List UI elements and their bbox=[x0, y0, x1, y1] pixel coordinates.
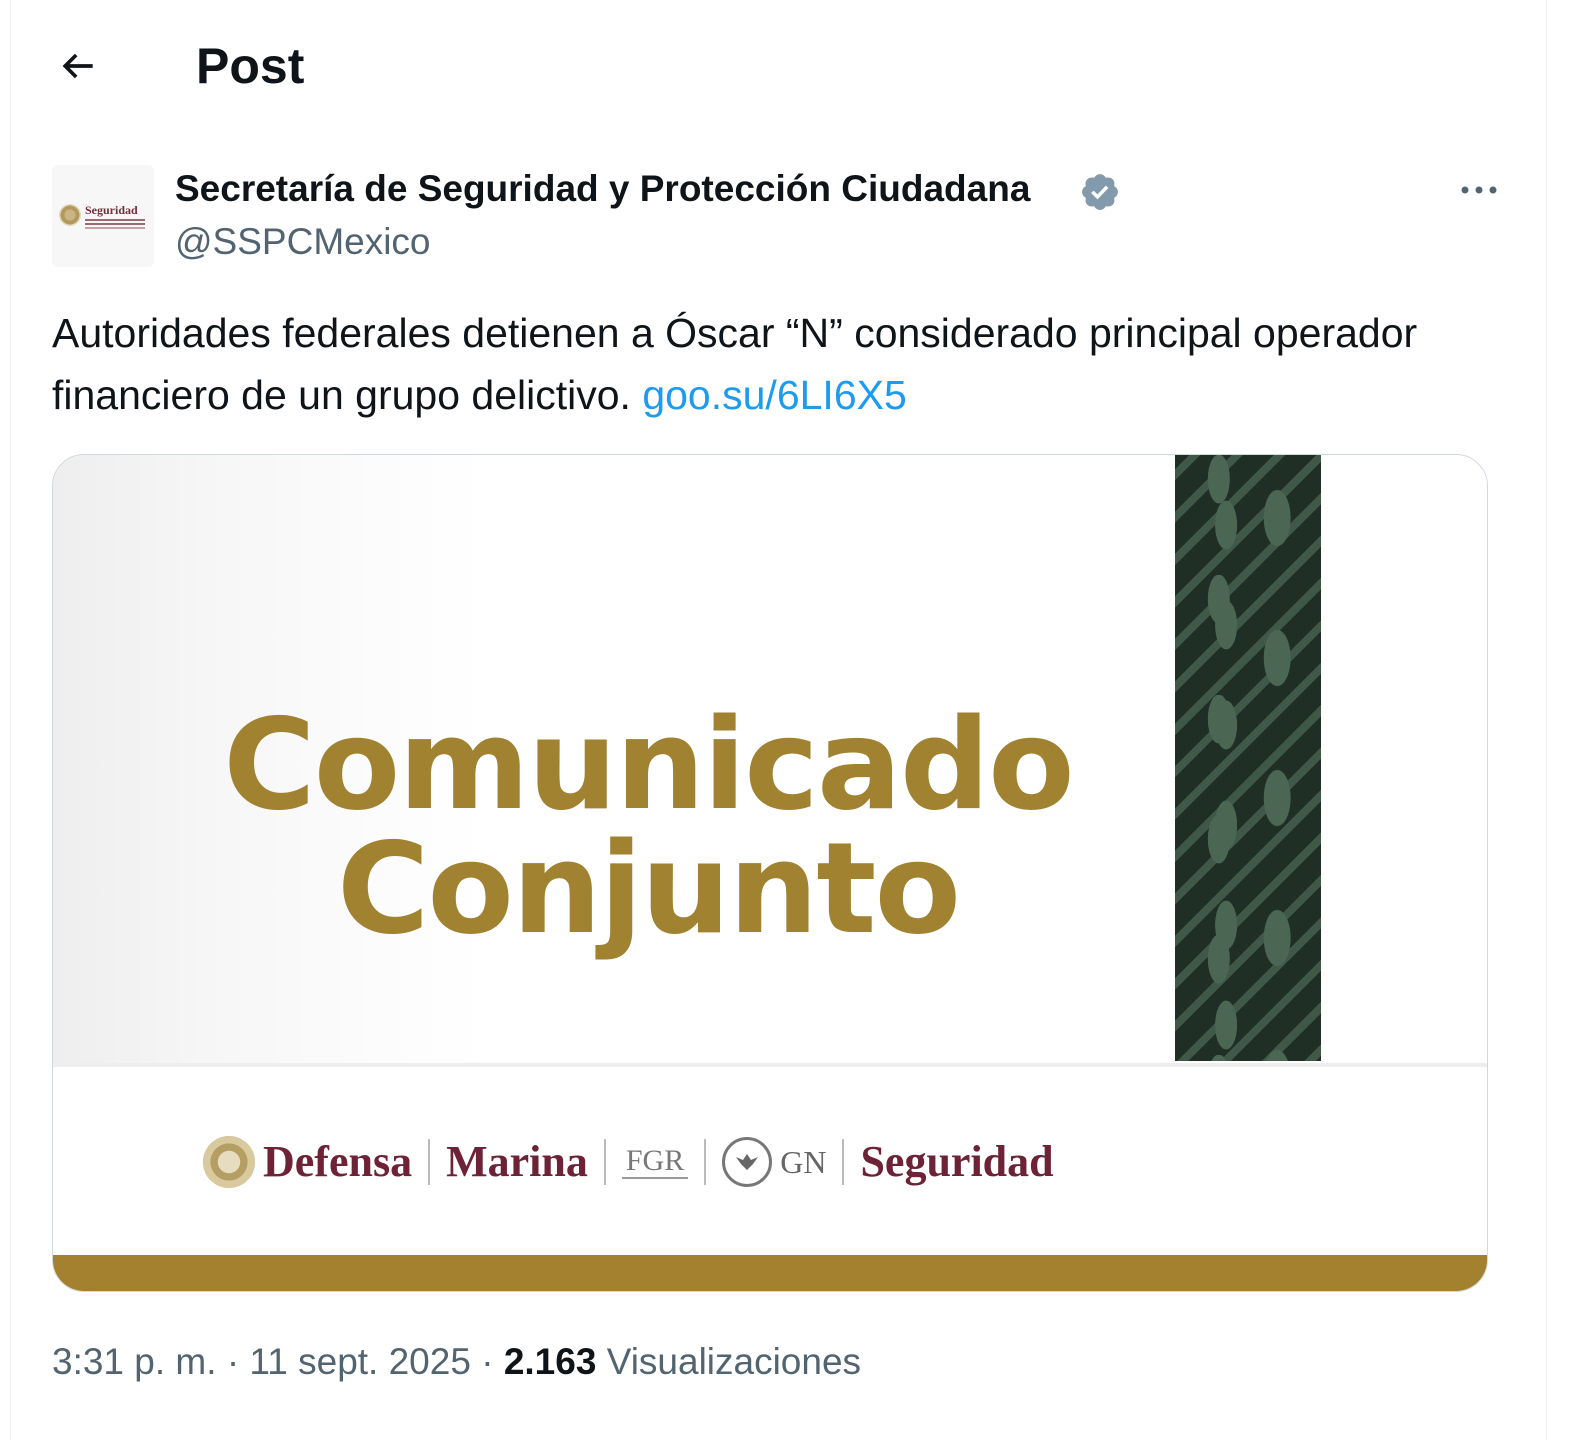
post-text: Autoridades federales detienen a Óscar “… bbox=[52, 302, 1492, 426]
verified-badge-icon bbox=[1082, 174, 1118, 210]
post-date[interactable]: 11 sept. 2025 bbox=[249, 1341, 471, 1382]
more-options-icon bbox=[1461, 186, 1497, 194]
defensa-seal-icon bbox=[203, 1136, 255, 1188]
post-meta: 3:31 p. m. · 11 sept. 2025 · 2.163 Visua… bbox=[52, 1336, 861, 1388]
gn-eagle-icon bbox=[722, 1137, 773, 1187]
page-title: Post bbox=[196, 38, 305, 94]
author-name[interactable]: Secretaría de Seguridad y Protección Ciu… bbox=[175, 167, 1030, 211]
avatar-subtext-lines bbox=[85, 219, 145, 221]
media-gold-bar bbox=[53, 1255, 1487, 1291]
more-options-button[interactable] bbox=[1454, 170, 1504, 210]
views-label: Visualizaciones bbox=[606, 1341, 862, 1382]
author-handle[interactable]: @SSPCMexico bbox=[175, 219, 431, 265]
headline-line-2: Conjunto bbox=[336, 815, 961, 962]
back-arrow-icon bbox=[62, 53, 93, 79]
media-headline: Comunicado Conjunto bbox=[168, 691, 1128, 962]
meta-separator: · bbox=[481, 1341, 494, 1382]
back-button[interactable] bbox=[50, 38, 106, 94]
logo-separator bbox=[603, 1139, 606, 1185]
logo-gn: GN bbox=[780, 1143, 827, 1180]
post-time[interactable]: 3:31 p. m. bbox=[52, 1341, 217, 1382]
logo-seguridad: Seguridad bbox=[860, 1137, 1054, 1186]
headline-line-1: Comunicado bbox=[223, 691, 1074, 838]
media-green-pattern-stripe bbox=[1175, 455, 1321, 1061]
logo-separator bbox=[704, 1139, 707, 1185]
avatar-seal-icon bbox=[59, 204, 81, 226]
logo-separator bbox=[428, 1139, 431, 1185]
logo-separator bbox=[842, 1139, 845, 1185]
column-border-right bbox=[1546, 0, 1547, 1440]
logo-defensa: Defensa bbox=[263, 1137, 413, 1186]
avatar-label: Seguridad bbox=[85, 203, 138, 217]
column-border-left bbox=[10, 0, 11, 1440]
media-logos-row: Defensa Marina FGR GN Seguridad bbox=[203, 1127, 1203, 1197]
views-count: 2.163 bbox=[503, 1341, 597, 1382]
logo-marina: Marina bbox=[446, 1137, 588, 1186]
page-header: Post bbox=[0, 0, 1546, 130]
meta-separator: · bbox=[226, 1341, 240, 1382]
post-link[interactable]: goo.su/6LI6X5 bbox=[642, 372, 906, 418]
post-media-image[interactable]: Comunicado Conjunto Defensa Marina FGR G… bbox=[52, 454, 1488, 1292]
logo-fgr: FGR bbox=[621, 1145, 689, 1179]
media-divider bbox=[53, 1063, 1487, 1067]
avatar[interactable]: Seguridad bbox=[52, 165, 154, 267]
